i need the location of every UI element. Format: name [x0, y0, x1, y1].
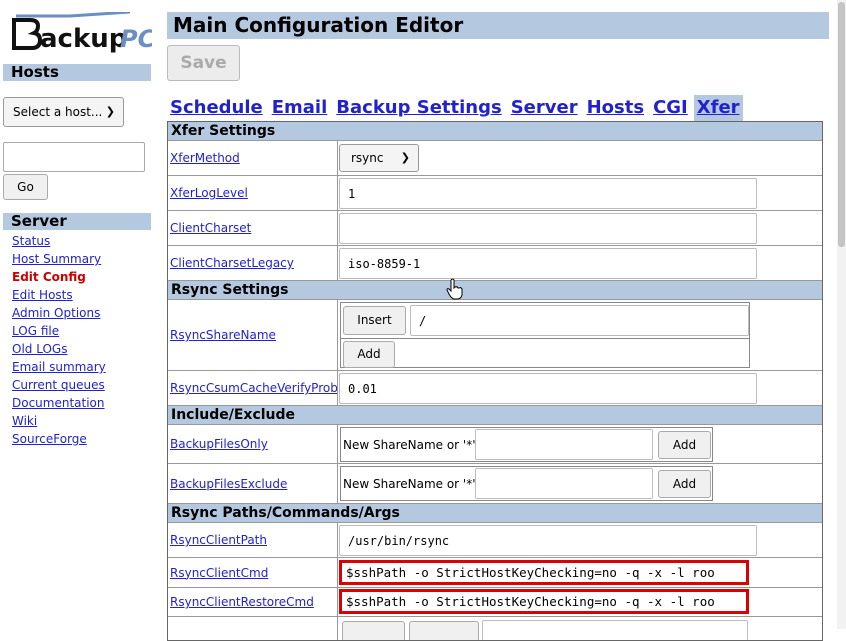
- backup-files-only-group: New ShareName or '*': Add: [340, 427, 713, 462]
- config-table: Xfer Settings XferMethod rsync ❯ XferLog…: [167, 121, 823, 641]
- tab-email[interactable]: Email: [269, 95, 331, 121]
- rsync-client-cmd-link[interactable]: RsyncClientCmd: [170, 566, 268, 580]
- chevron-down-icon: ❯: [400, 151, 410, 164]
- xfer-method-value: rsync: [351, 151, 384, 165]
- nav-link-admin-options[interactable]: Admin Options: [12, 306, 106, 324]
- scrollbar-thumb[interactable]: [838, 2, 845, 247]
- row-rsync-client-path: RsyncClientPath /usr/bin/rsync: [168, 523, 822, 558]
- backup-files-exclude-link[interactable]: BackupFilesExclude: [170, 477, 287, 491]
- nav-link-documentation[interactable]: Documentation: [12, 396, 106, 414]
- row-backup-files-exclude: BackupFilesExclude New ShareName or '*':…: [168, 464, 822, 504]
- nav-link-current-queues[interactable]: Current queues: [12, 378, 106, 396]
- section-rsync-settings: Rsync Settings: [168, 281, 822, 300]
- rsync-client-path-input[interactable]: /usr/bin/rsync: [339, 525, 757, 556]
- page-scrollbar[interactable]: [837, 0, 846, 629]
- nav-link-status[interactable]: Status: [12, 234, 106, 252]
- client-charset-legacy-link[interactable]: ClientCharsetLegacy: [170, 256, 294, 270]
- backup-files-exclude-group: New ShareName or '*': Add: [340, 466, 713, 501]
- rsync-csum-input[interactable]: 0.01: [339, 373, 757, 404]
- section-rsync-paths: Rsync Paths/Commands/Args: [168, 504, 822, 523]
- section-xfer-settings: Xfer Settings: [168, 122, 822, 141]
- hand-cursor-icon: [446, 278, 463, 300]
- nav-link-edit-hosts[interactable]: Edit Hosts: [12, 288, 106, 306]
- row-backup-files-only: BackupFilesOnly New ShareName or '*': Ad…: [168, 425, 822, 464]
- nav-link-log-file[interactable]: LOG file: [12, 324, 106, 342]
- tab-schedule[interactable]: Schedule: [167, 95, 266, 121]
- rsync-client-cmd-input[interactable]: $sshPath -o StrictHostKeyChecking=no -q …: [339, 560, 749, 585]
- row-xfer-method: XferMethod rsync ❯: [168, 141, 822, 176]
- rsync-csum-link[interactable]: RsyncCsumCacheVerifyProb: [170, 381, 337, 395]
- tab-hosts-link[interactable]: Hosts: [587, 97, 644, 118]
- backup-files-exclude-add-button[interactable]: Add: [658, 470, 711, 498]
- backup-files-only-input[interactable]: [475, 429, 653, 460]
- add-share-button[interactable]: Add: [343, 341, 395, 368]
- host-select-value: Select a host...: [13, 105, 103, 119]
- partial-button[interactable]: [409, 621, 479, 640]
- host-select[interactable]: Select a host... ❯: [3, 97, 124, 127]
- logo-pc-text: PC: [120, 25, 152, 53]
- insert-button[interactable]: Insert: [343, 306, 406, 335]
- config-tabs: Schedule Email Backup Settings Server Hosts C…: [167, 95, 746, 121]
- xfer-log-level-input[interactable]: 1: [339, 178, 757, 209]
- row-label: XferMethod: [168, 141, 338, 175]
- backuppc-logo[interactable]: ackup PC: [10, 10, 156, 56]
- chevron-down-icon: ❯: [105, 105, 115, 118]
- partial-button[interactable]: [342, 621, 405, 640]
- go-button[interactable]: Go: [3, 174, 48, 200]
- save-button[interactable]: Save: [167, 45, 240, 81]
- share-name-group: Insert / Add: [340, 302, 750, 368]
- hosts-heading: Hosts: [3, 64, 151, 81]
- rsync-client-path-link[interactable]: RsyncClientPath: [170, 533, 267, 547]
- section-include-exclude: Include/Exclude: [168, 406, 822, 425]
- row-client-charset: ClientCharset: [168, 211, 822, 246]
- row-client-charset-legacy: ClientCharsetLegacy iso-8859-1: [168, 246, 822, 281]
- page-title: Main Configuration Editor: [167, 12, 829, 39]
- share-name-prompt: New ShareName or '*':: [343, 438, 480, 452]
- tab-cgi[interactable]: CGI: [650, 95, 691, 121]
- logo-mark-icon: ackup PC: [12, 10, 156, 54]
- rsync-client-restore-cmd-link[interactable]: RsyncClientRestoreCmd: [170, 595, 314, 609]
- tab-backup-settings-link[interactable]: Backup Settings: [336, 97, 501, 118]
- partial-input[interactable]: [482, 620, 748, 640]
- nav-link-host-summary[interactable]: Host Summary: [12, 252, 106, 270]
- row-rsync-client-restore-cmd: RsyncClientRestoreCmd $sshPath -o Strict…: [168, 588, 822, 617]
- row-xfer-log-level: XferLogLevel 1: [168, 176, 822, 211]
- server-heading: Server: [3, 213, 151, 230]
- tab-server[interactable]: Server: [508, 95, 581, 121]
- tab-cgi-link[interactable]: CGI: [653, 97, 688, 118]
- row-partial: [168, 617, 822, 640]
- tab-hosts[interactable]: Hosts: [584, 95, 647, 121]
- row-rsync-share-name: RsyncShareName Insert / Add: [168, 300, 822, 371]
- client-charset-input[interactable]: [339, 213, 757, 244]
- host-search-input[interactable]: [3, 142, 145, 172]
- tab-email-link[interactable]: Email: [272, 97, 328, 118]
- client-charset-legacy-input[interactable]: iso-8859-1: [339, 248, 757, 279]
- tab-xfer-link[interactable]: Xfer: [697, 97, 740, 118]
- row-rsync-csum: RsyncCsumCacheVerifyProb 0.01: [168, 371, 822, 406]
- share-name-input[interactable]: /: [410, 305, 749, 336]
- rsync-client-restore-cmd-input[interactable]: $sshPath -o StrictHostKeyChecking=no -q …: [339, 589, 749, 614]
- client-charset-link[interactable]: ClientCharset: [170, 221, 251, 235]
- server-links: Status Host Summary Edit Config Edit Hos…: [12, 234, 106, 450]
- share-name-prompt: New ShareName or '*':: [343, 477, 480, 491]
- nav-link-wiki[interactable]: Wiki: [12, 414, 106, 432]
- tab-backup-settings[interactable]: Backup Settings: [333, 95, 504, 121]
- xfer-method-select[interactable]: rsync ❯: [339, 144, 419, 172]
- tab-server-link[interactable]: Server: [511, 97, 578, 118]
- backup-files-exclude-input[interactable]: [475, 468, 653, 499]
- xfer-log-level-link[interactable]: XferLogLevel: [170, 186, 248, 200]
- tab-schedule-link[interactable]: Schedule: [170, 97, 263, 118]
- xfer-method-link[interactable]: XferMethod: [170, 151, 240, 165]
- sidebar: ackup PC Hosts Select a host... ❯ Go Ser…: [0, 0, 160, 629]
- nav-link-sourceforge[interactable]: SourceForge: [12, 432, 106, 450]
- nav-link-edit-config[interactable]: Edit Config: [12, 270, 106, 288]
- rsync-share-name-link[interactable]: RsyncShareName: [170, 328, 276, 342]
- logo-text: ackup: [40, 24, 127, 54]
- backup-files-only-link[interactable]: BackupFilesOnly: [170, 437, 268, 451]
- tab-xfer[interactable]: Xfer: [693, 95, 743, 121]
- row-rsync-client-cmd: RsyncClientCmd $sshPath -o StrictHostKey…: [168, 558, 822, 588]
- backup-files-only-add-button[interactable]: Add: [658, 431, 711, 459]
- nav-link-old-logs[interactable]: Old LOGs: [12, 342, 106, 360]
- nav-link-email-summary[interactable]: Email summary: [12, 360, 106, 378]
